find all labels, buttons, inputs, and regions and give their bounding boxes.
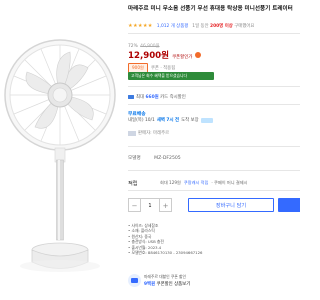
coupon-promo[interactable]: 마레주르 대할인 쿠폰 할인 9백원 쿠폰할인 상품보기 <box>128 272 196 290</box>
delivery-label: 무료배송 <box>128 112 146 117</box>
divider <box>128 86 300 87</box>
rating-row: ★★★★★ 1,012 개 상품평 1일 동안 200명 이상 구매했어요 <box>128 23 254 29</box>
divider <box>128 33 300 34</box>
delivery-date: 내일(목) 10/1 <box>128 118 155 123</box>
price-row: 12,900원 쿠폰할인가 <box>128 49 202 61</box>
delivery-guarantee: 도착 보장 <box>181 118 199 123</box>
spec-item: • 모델번호: 8846170130 - 23094667126 <box>128 250 203 256</box>
quantity-increase-button[interactable]: + <box>159 199 171 212</box>
coupon-applied-text: 쿠폰 · 적용됨 <box>150 66 176 71</box>
seller-logo-icon <box>128 130 136 136</box>
benefit-banner: 고객님은 회수 혜택을 받으셨습니다 <box>128 72 214 80</box>
desk-fan-illustration <box>4 39 116 272</box>
purchase-suffix: 구매했어요 <box>234 24 255 29</box>
cashback-row: 회대 129원 쿠팡캐시 적립 · 쿠페이 머니 결제시 <box>160 180 248 186</box>
credit-card-icon <box>128 95 134 99</box>
seller-name: 판매자: 마레주르 <box>138 131 170 136</box>
coupon-amount: 9백원 <box>144 282 156 287</box>
quantity-stepper: − + <box>128 198 172 212</box>
coupon-price-label: 쿠폰할인가 <box>172 55 193 60</box>
purchase-prefix: 1일 동안 <box>192 24 209 29</box>
cashback-label: 적립 <box>128 181 138 187</box>
purchase-count: 200명 이상 <box>210 24 233 29</box>
rocket-delivery-badge <box>200 117 213 123</box>
product-image <box>0 0 120 300</box>
purchase-info: 1일 동안 200명 이상 구매했어요 <box>192 23 254 29</box>
coupon-icon <box>128 274 141 287</box>
divider <box>128 170 300 171</box>
benefit-banner-text: 고객님은 회수 혜택을 받으셨습니다 <box>131 73 188 78</box>
model-label: 모델명 <box>128 156 141 161</box>
add-to-cart-button[interactable]: 장바구니 담기 <box>188 198 274 212</box>
model-row: 모델명 MZ-DF2505 <box>128 155 181 161</box>
quantity-input[interactable] <box>141 199 159 212</box>
coupon-link-text: 쿠폰할인 상품보기 <box>156 282 191 287</box>
coupon-promo-action: 9백원 쿠폰할인 상품보기 <box>144 281 190 287</box>
review-count-link[interactable]: 1,012 개 상품평 <box>157 23 189 29</box>
product-info: 마레주르 미니 무소음 선풍기 무선 휴대용 탁상용 미니선풍기 트레이터 ★★… <box>128 0 300 300</box>
seller-row[interactable]: 판매자: 마레주르 <box>128 130 169 136</box>
cashback-tag: 쿠팡캐시 적립 <box>183 180 209 185</box>
card-benefit-amount: 660원 <box>145 95 159 100</box>
delivery-row: 내일(목) 10/1 새벽 7시 전 도착 보장 <box>128 117 213 123</box>
buy-now-button[interactable] <box>278 198 300 212</box>
rating-stars[interactable]: ★★★★★ <box>128 23 153 29</box>
divider <box>128 190 300 191</box>
card-suffix: 카드 즉시할인 <box>160 95 186 100</box>
card-benefit-row[interactable]: 최대 660원 카드 즉시할인 <box>128 94 186 100</box>
card-prefix: 최대 <box>136 95 145 100</box>
cashback-max: 회대 129원 <box>160 180 181 185</box>
product-title: 마레주르 미니 무소음 선풍기 무선 휴대용 탁상용 미니선풍기 트레이터 <box>128 6 293 12</box>
card-benefit-text: 최대 660원 카드 즉시할인 <box>136 94 186 100</box>
divider <box>128 104 300 105</box>
sale-price: 12,900원 <box>128 51 170 61</box>
spec-list: • 사이즈: 상세참조 • 소재: 플라스틱 • 원산지: 중국 • 충전방식:… <box>128 223 300 255</box>
coupon-info-icon[interactable] <box>195 52 202 58</box>
quantity-decrease-button[interactable]: − <box>129 199 141 212</box>
cashback-condition: · 쿠페이 머니 결제시 <box>211 180 248 185</box>
delivery-time: 새벽 7시 전 <box>156 118 180 123</box>
coupon-promo-title: 마레주르 대할인 쿠폰 할인 <box>144 274 187 279</box>
model-name: MZ-DF2505 <box>154 156 181 161</box>
divider <box>128 146 300 147</box>
